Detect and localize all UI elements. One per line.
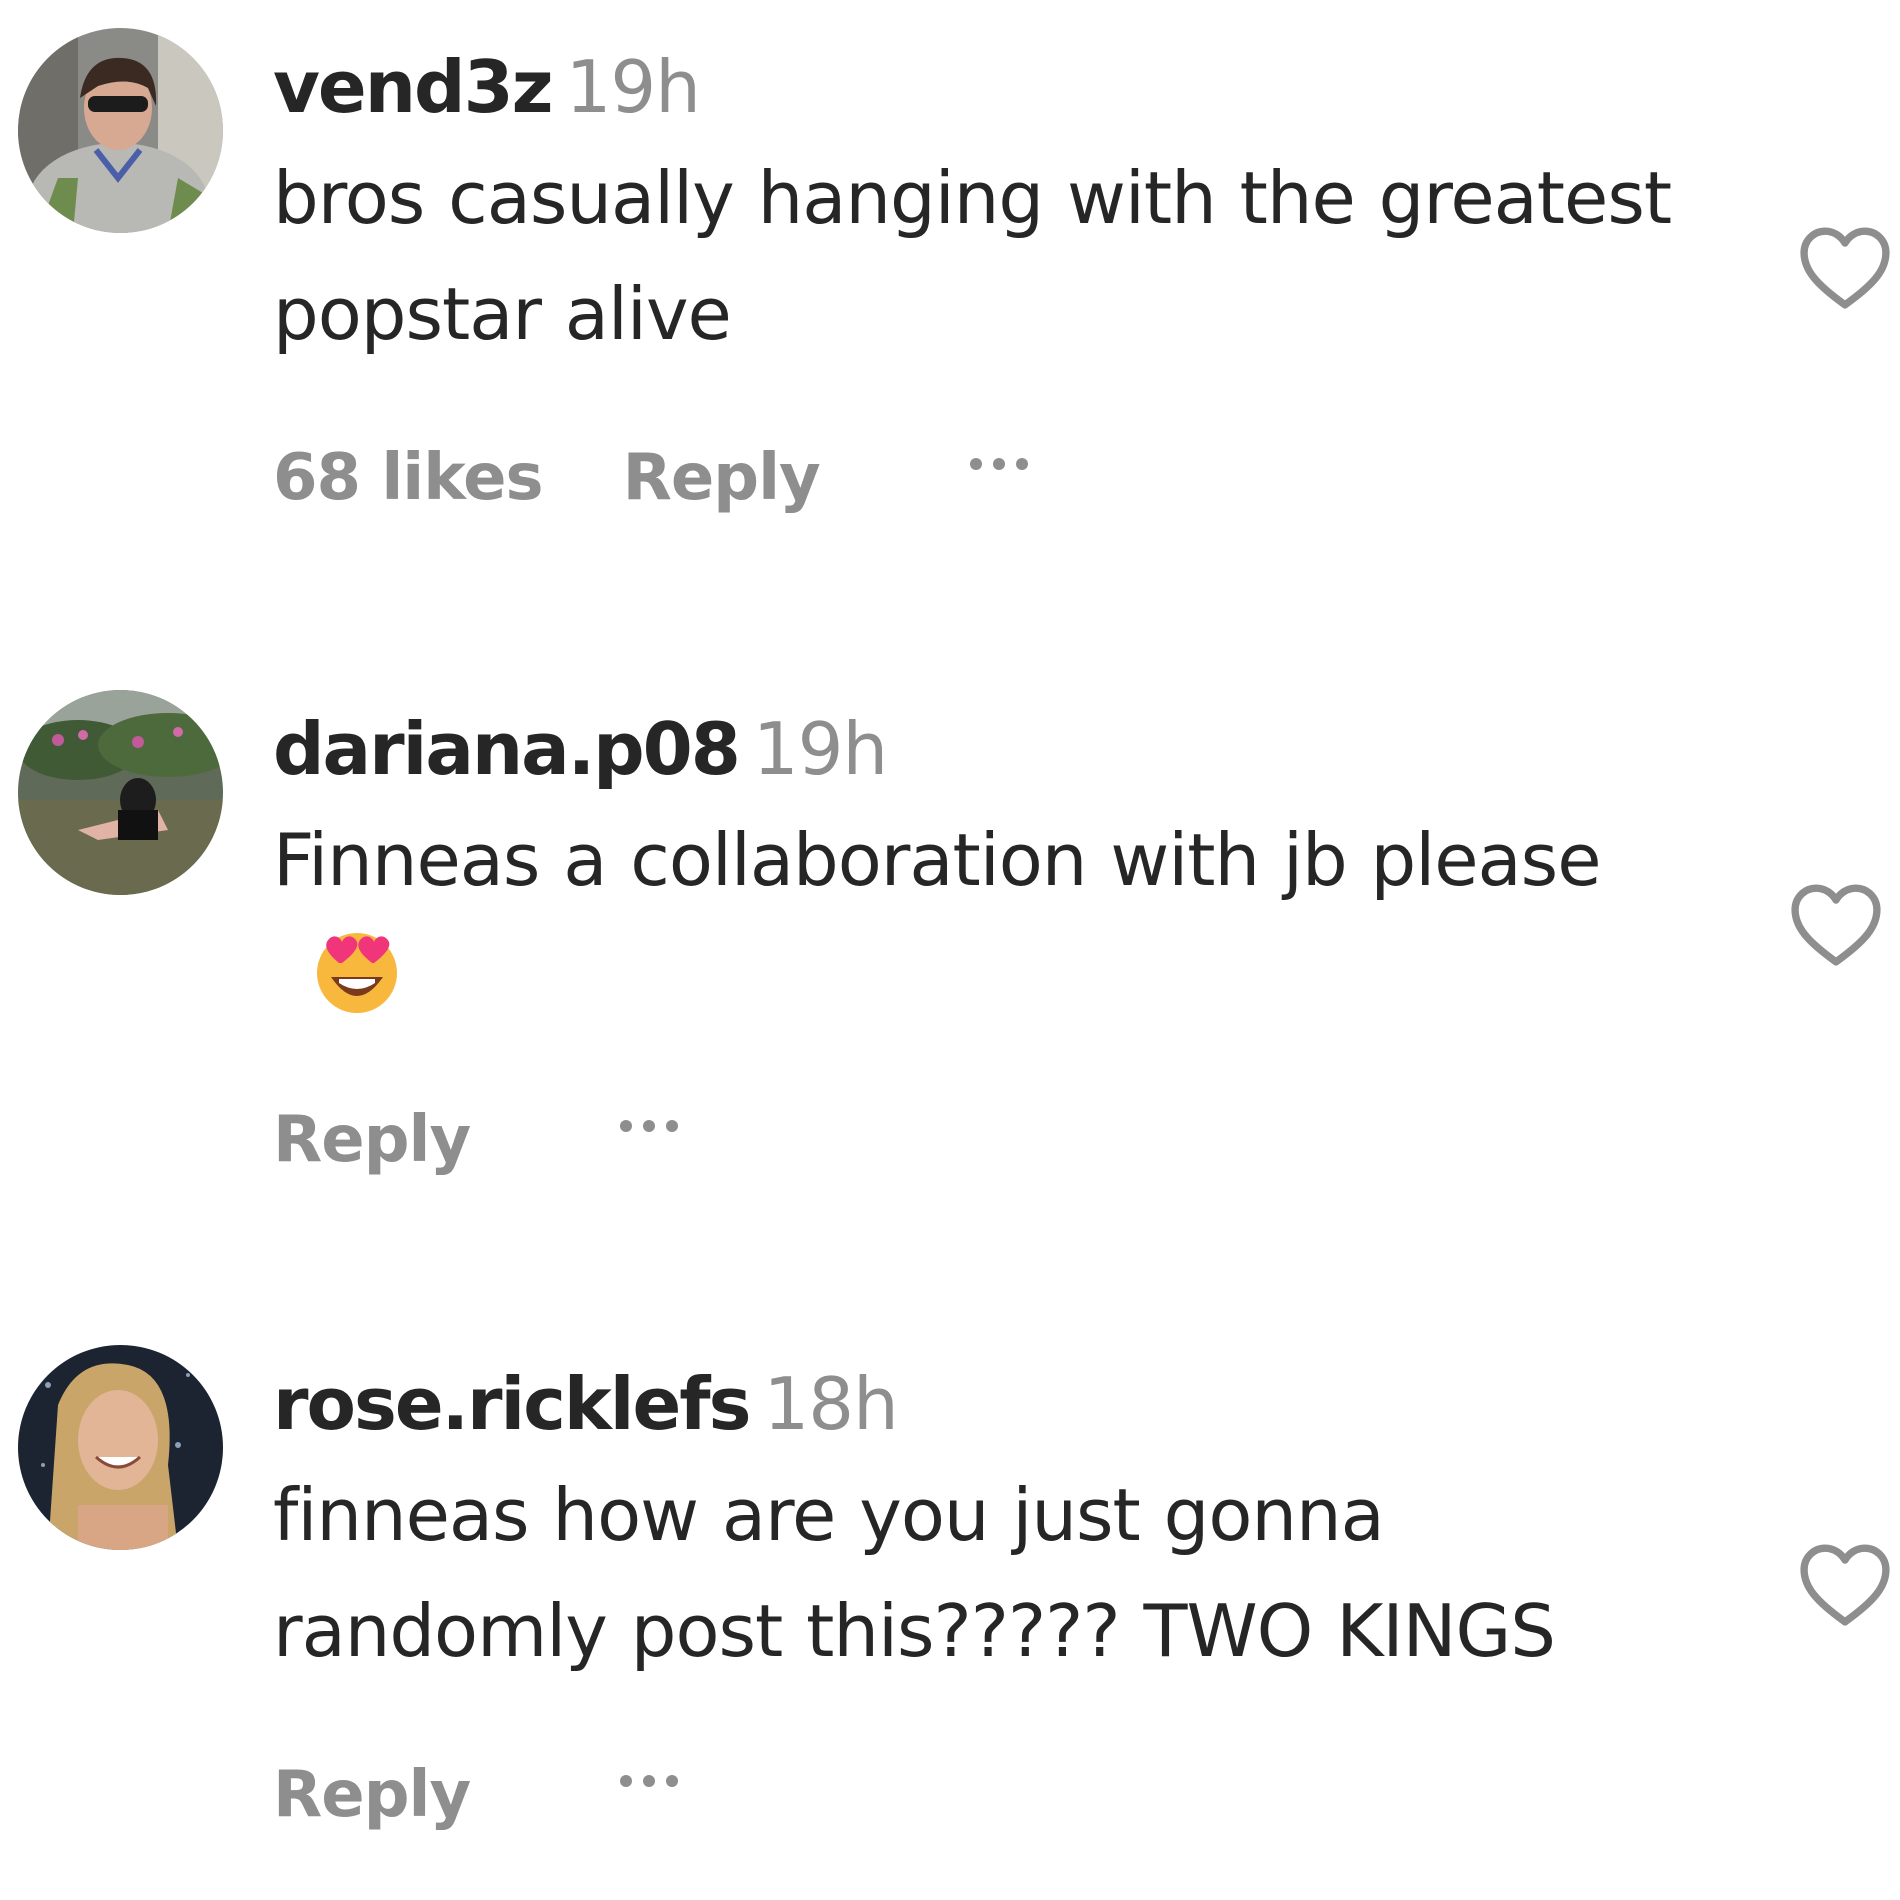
- more-options-icon[interactable]: [969, 449, 1028, 479]
- avatar[interactable]: [18, 690, 223, 895]
- comment-text: bros casually hanging with the greatest …: [273, 156, 1672, 356]
- timestamp[interactable]: 18h: [763, 1362, 898, 1446]
- username[interactable]: rose.ricklefs: [273, 1362, 751, 1446]
- username[interactable]: dariana.p08: [273, 707, 741, 791]
- heart-eyes-emoji-icon: [309, 923, 405, 1019]
- avatar[interactable]: [18, 28, 223, 233]
- likes-count[interactable]: 68 likes: [273, 438, 544, 518]
- more-options-icon[interactable]: [620, 1766, 679, 1796]
- reply-button[interactable]: Reply: [273, 1755, 471, 1835]
- heart-outline-icon[interactable]: [1795, 1540, 1895, 1630]
- heart-outline-icon[interactable]: [1786, 880, 1886, 970]
- avatar[interactable]: [18, 1345, 223, 1550]
- reply-button[interactable]: Reply: [273, 1100, 471, 1180]
- heart-outline-icon[interactable]: [1795, 223, 1895, 313]
- username[interactable]: vend3z: [273, 45, 554, 129]
- avatar-image: [18, 690, 223, 895]
- avatar-image: [18, 1345, 223, 1550]
- timestamp[interactable]: 19h: [566, 45, 701, 129]
- timestamp[interactable]: 19h: [753, 707, 888, 791]
- avatar-image: [18, 28, 223, 233]
- comment-text: finneas how are you just gonna randomly …: [273, 1473, 1556, 1673]
- comment-text: Finneas a collaboration with jb please: [273, 818, 1601, 902]
- more-options-icon[interactable]: [620, 1111, 679, 1141]
- reply-button[interactable]: Reply: [623, 438, 821, 518]
